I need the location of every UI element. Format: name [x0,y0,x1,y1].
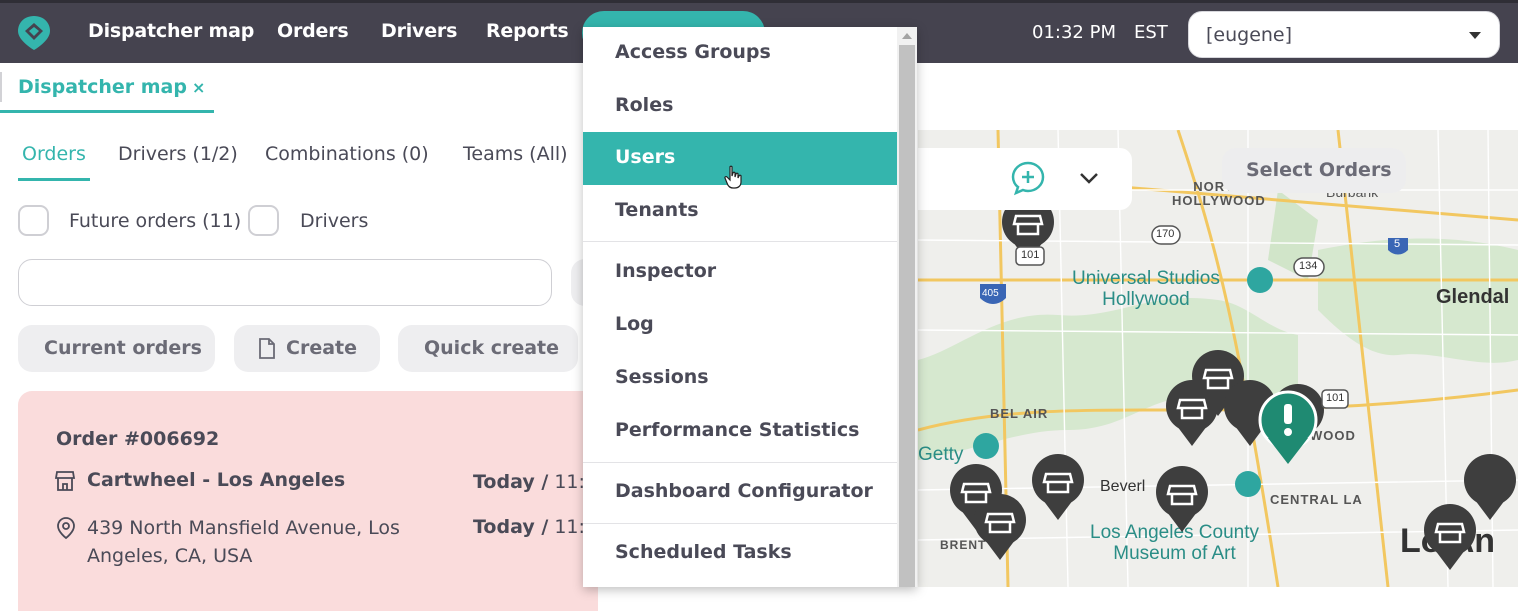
subtab-underline [18,178,90,181]
user-select-value: [eugene] [1206,24,1293,46]
hand-cursor-icon [724,165,742,189]
order-title: Order #006692 [56,428,220,450]
menu-item-label: Inspector [615,260,717,282]
current-orders-button[interactable]: Current orders [18,325,215,372]
subtab-teams[interactable]: Teams (All) [463,143,568,165]
location-pin-icon [57,517,75,540]
store-icon [54,471,76,491]
nav-drivers[interactable]: Drivers [381,20,457,42]
menu-item-dashboard-configurator[interactable]: Dashboard Configurator [583,466,897,519]
order-time-1: Today / 11:0 [473,471,597,493]
select-orders-button[interactable]: Select Orders [1222,148,1406,193]
order-time-2: Today / 11:3 [473,516,597,538]
menu-item-log[interactable]: Log [583,299,897,352]
store-marker-8 [974,494,1026,560]
search-input[interactable] [18,259,552,306]
store-marker-10 [1464,454,1516,520]
menu-item-label: Performance Statistics [615,419,860,441]
tab-label: Dispatcher map [18,76,187,98]
highway-shields [1015,225,1349,409]
tab-dispatcher-map[interactable]: Dispatcher map × [0,72,214,113]
add-comment-icon[interactable] [1010,160,1046,196]
scroll-up-arrow-icon[interactable] [902,33,912,39]
menu-item-label: Access Groups [615,41,771,63]
menu-item-inspector[interactable]: Inspector [583,246,897,299]
menu-item-sessions[interactable]: Sessions [583,352,897,405]
select-orders-label: Select Orders [1246,159,1392,181]
top-strip [0,0,1518,3]
scrollbar-thumb[interactable] [899,45,915,587]
drivers-checkbox[interactable] [248,205,279,236]
chevron-down-icon[interactable] [1078,170,1100,186]
menu-item-roles[interactable]: Roles [583,80,897,133]
order-store-name: Cartwheel - Los Angeles [87,469,346,491]
nav-reports[interactable]: Reports [486,20,569,42]
document-icon [259,338,275,359]
map-header-space [918,63,1518,130]
hwy-5-label: 5 [1394,238,1401,250]
quick-create-label: Quick create [424,337,560,359]
menu-item-tenants[interactable]: Tenants [583,185,897,238]
alert-marker [1258,390,1318,464]
subtab-drivers[interactable]: Drivers (1/2) [118,143,238,165]
menu-item-performance-statistics[interactable]: Performance Statistics [583,405,897,458]
hwy-405-label: 405 [982,288,999,299]
map-toolbar [918,148,1132,210]
app-logo-icon[interactable] [16,14,52,52]
menu-item-label: Sessions [615,366,709,388]
future-orders-label: Future orders (11) [69,210,242,232]
hwy-170-label: 170 [1156,228,1175,240]
tab-divider [0,72,2,102]
subtab-orders[interactable]: Orders [22,143,86,165]
administration-dropdown-menu: Access Groups Roles Users Tenants Inspec… [583,27,917,587]
store-marker-11 [1424,504,1476,570]
current-orders-label: Current orders [44,337,202,359]
user-select[interactable]: [eugene] [1188,11,1500,58]
menu-item-label: Dashboard Configurator [615,480,873,502]
store-marker-6 [1032,454,1084,520]
create-button[interactable]: Create [234,325,380,372]
menu-item-label: Tenants [615,199,699,221]
create-label: Create [286,337,357,359]
nav-dispatcher-map[interactable]: Dispatcher map [88,20,254,42]
menu-divider [583,241,897,242]
subtab-combinations[interactable]: Combinations (0) [265,143,429,165]
order-time-1-day: Today / [473,471,549,493]
drivers-label: Drivers [300,210,369,232]
store-marker-9 [1156,466,1208,532]
chevron-down-icon [1469,32,1481,39]
clock: 01:32 PM [1032,22,1116,43]
menu-item-label: Users [615,146,676,168]
menu-divider [583,462,897,463]
hwy-101b-label: 101 [1326,392,1345,404]
close-icon[interactable]: × [192,78,205,97]
order-time-2-day: Today / [473,516,549,538]
menu-scrollbar[interactable] [897,27,917,587]
menu-item-label: Roles [615,94,674,116]
store-marker-3 [1166,380,1218,446]
hwy-101-label: 101 [1021,249,1040,261]
hwy-134-label: 134 [1299,260,1318,272]
future-orders-checkbox[interactable] [18,205,49,236]
menu-item-scheduled-tasks[interactable]: Scheduled Tasks [583,527,897,580]
order-address: 439 North Mansfield Avenue, Los Angeles,… [87,517,400,567]
timezone: EST [1134,22,1168,43]
nav-orders[interactable]: Orders [277,20,349,42]
quick-create-button[interactable]: Quick create [398,325,578,372]
menu-item-label: Scheduled Tasks [615,541,792,563]
menu-divider [583,523,897,524]
menu-item-access-groups[interactable]: Access Groups [583,27,897,80]
menu-item-label: Log [615,313,654,335]
order-card[interactable] [18,391,598,611]
